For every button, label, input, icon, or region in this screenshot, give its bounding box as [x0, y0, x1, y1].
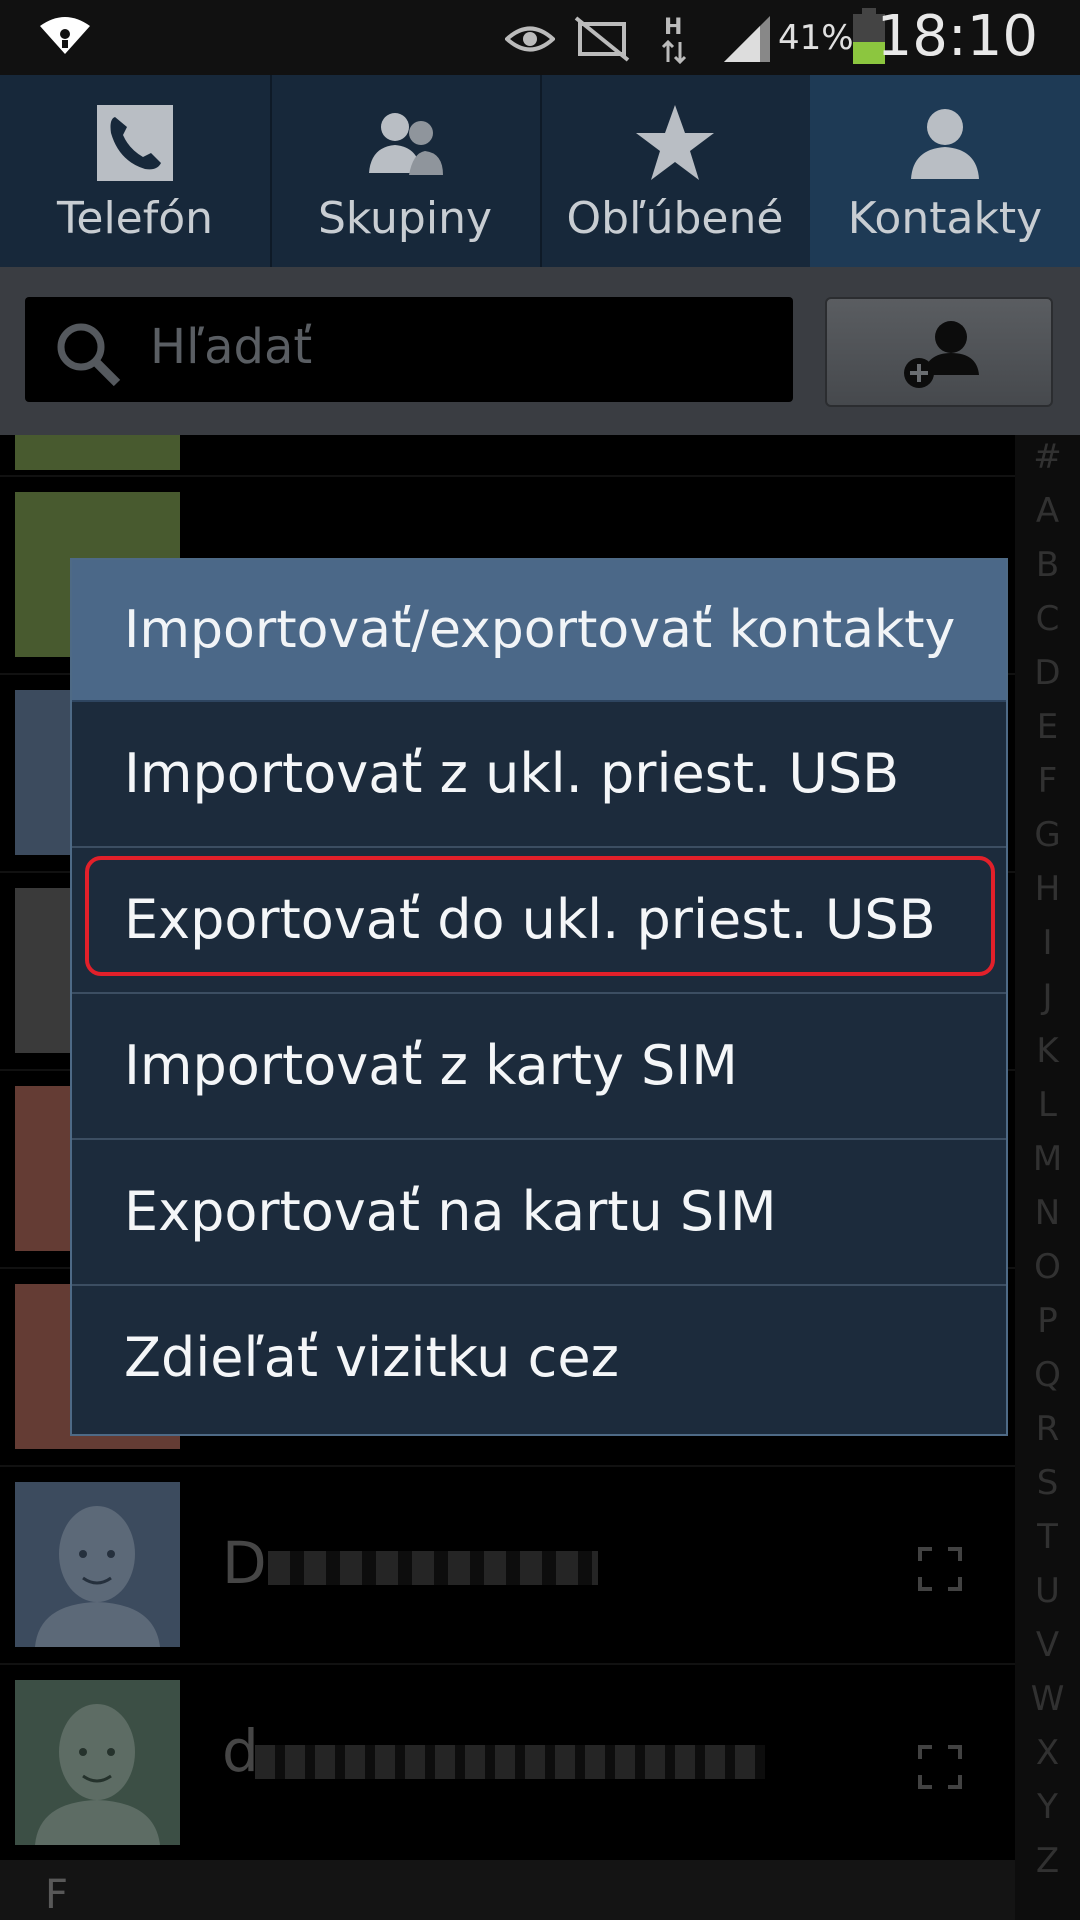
star-icon — [636, 105, 714, 180]
search-input[interactable]: Hľadať — [25, 297, 793, 402]
tab-bar: Telefón Skupiny Obľúbené Kontakty — [0, 75, 1080, 267]
search-icon — [57, 323, 121, 387]
option-label: Exportovať na kartu SIM — [124, 1180, 777, 1243]
wifi-icon — [40, 17, 90, 54]
option-export-sim[interactable]: Exportovať na kartu SIM — [72, 1140, 1006, 1286]
status-bar: H 41% 18:10 — [0, 0, 1080, 75]
option-label: Exportovať do ukl. priest. USB — [124, 888, 936, 951]
tab-kontakty[interactable]: Kontakty — [810, 75, 1080, 267]
tab-telefon[interactable]: Telefón — [0, 75, 272, 267]
tab-skupiny[interactable]: Skupiny — [270, 75, 542, 267]
option-import-sim[interactable]: Importovať z karty SIM — [72, 994, 1006, 1140]
tab-label: Kontakty — [847, 193, 1043, 244]
eye-icon — [505, 26, 555, 52]
tab-label: Obľúbené — [566, 193, 784, 244]
group-icon — [369, 113, 443, 175]
tab-oblubene[interactable]: Obľúbené — [540, 75, 812, 267]
signal-icon — [724, 16, 770, 62]
option-share-namecard[interactable]: Zdieľať vizitku cez — [72, 1286, 1006, 1432]
dialog-title: Importovať/exportovať kontakty — [124, 600, 956, 660]
mute-icon — [574, 16, 630, 62]
add-contact-icon — [904, 321, 979, 388]
tab-label: Telefón — [56, 193, 214, 244]
search-row: Hľadať — [0, 267, 1080, 435]
search-placeholder: Hľadať — [150, 319, 313, 375]
import-export-dialog: Importovať/exportovať kontakty Importova… — [70, 558, 1008, 1436]
h-network-icon: H — [661, 15, 687, 64]
option-label: Importovať z ukl. priest. USB — [124, 742, 900, 805]
svg-text:H: H — [664, 15, 682, 40]
tab-label: Skupiny — [317, 193, 493, 244]
option-label: Importovať z karty SIM — [124, 1034, 738, 1097]
option-label: Zdieľať vizitku cez — [124, 1326, 619, 1389]
battery-percent: 41% — [778, 18, 854, 58]
add-contact-button[interactable] — [825, 297, 1053, 407]
phone-icon — [97, 105, 173, 181]
option-import-usb[interactable]: Importovať z ukl. priest. USB — [72, 702, 1006, 848]
option-export-usb[interactable]: Exportovať do ukl. priest. USB — [72, 848, 1006, 994]
dialog-title-bar: Importovať/exportovať kontakty — [72, 560, 1006, 702]
person-icon — [911, 109, 979, 179]
clock: 18:10 — [876, 4, 1038, 69]
